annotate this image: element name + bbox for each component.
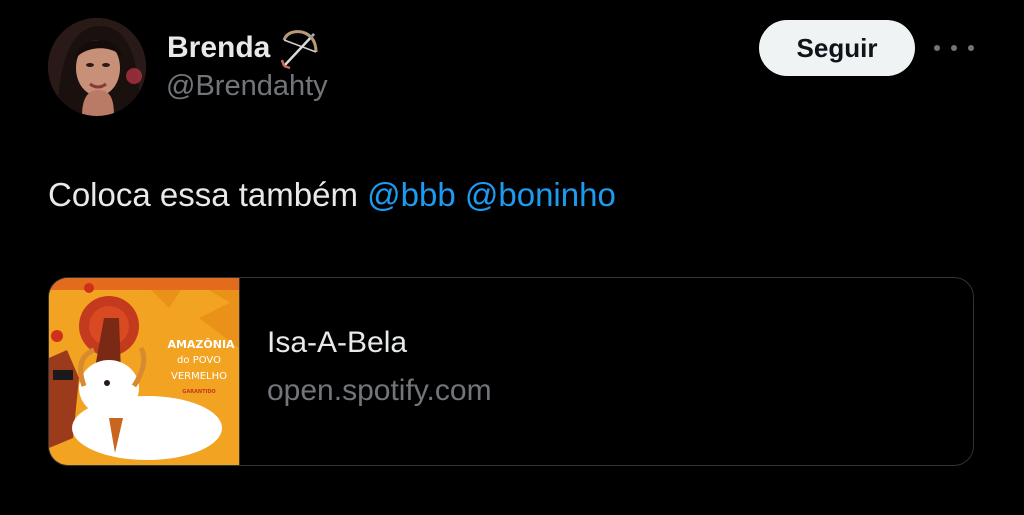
- more-options-icon[interactable]: [934, 36, 974, 60]
- profile-photo: [48, 18, 146, 116]
- follow-button[interactable]: Seguir: [759, 20, 915, 76]
- dot: [968, 45, 974, 51]
- card-domain: open.spotify.com: [267, 374, 492, 407]
- bow-and-arrow-icon: [278, 26, 322, 70]
- album-line-3: VERMELHO: [171, 371, 227, 382]
- display-name[interactable]: Brenda: [167, 31, 270, 65]
- link-card[interactable]: AMAZÔNIA do POVO VERMELHO GARANTIDO Isa-…: [48, 277, 974, 466]
- avatar[interactable]: [48, 18, 146, 116]
- album-cover-thumbnail: AMAZÔNIA do POVO VERMELHO GARANTIDO: [49, 278, 239, 465]
- mention-bbb[interactable]: @bbb: [367, 176, 456, 213]
- card-title[interactable]: Isa-A-Bela: [267, 326, 407, 360]
- album-footer: GARANTIDO: [182, 389, 216, 395]
- mention-boninho[interactable]: @boninho: [465, 176, 616, 213]
- user-handle[interactable]: @Brendahty: [166, 70, 328, 103]
- tweet-text: Coloca essa também @bbb @boninho: [48, 176, 616, 214]
- album-line-2: do POVO: [177, 355, 221, 366]
- album-line-1: AMAZÔNIA: [167, 338, 235, 351]
- tweet-body: Coloca essa também: [48, 176, 368, 213]
- card-divider: [239, 278, 240, 465]
- dot: [951, 45, 957, 51]
- dot: [934, 45, 940, 51]
